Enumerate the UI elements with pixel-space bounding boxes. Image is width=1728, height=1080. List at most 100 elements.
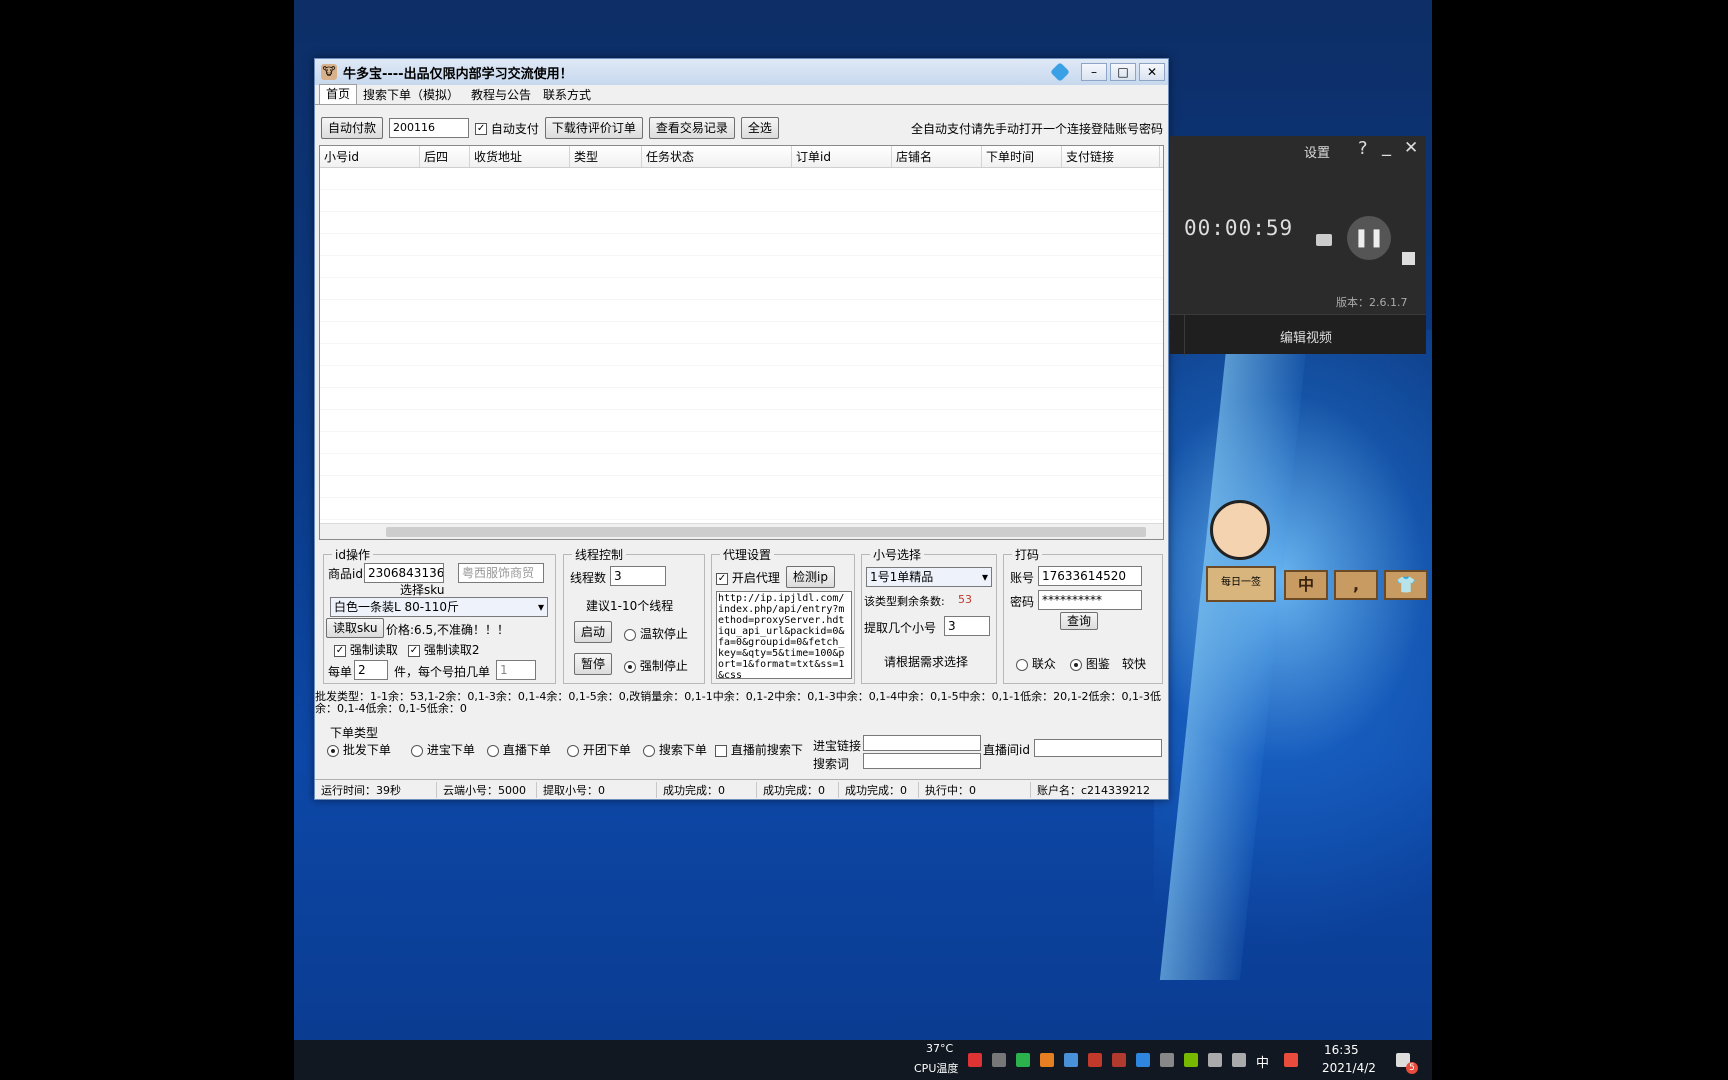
tray-security-icon[interactable] [1088, 1053, 1102, 1067]
order-type-group-buy-radio[interactable] [567, 744, 579, 757]
pet-character[interactable] [1210, 500, 1270, 560]
title-bar[interactable]: 🐮 牛多宝----出品仅限内部学习交流使用！ – □ ✕ [315, 59, 1168, 85]
read-sku-button[interactable]: 读取sku [326, 618, 385, 638]
tray-network-app-icon[interactable] [1064, 1053, 1078, 1067]
live-search-checkbox[interactable] [715, 744, 727, 757]
volume-icon[interactable] [1232, 1053, 1246, 1067]
order-type-live[interactable]: 直播下单 [487, 741, 551, 758]
force-read2-checkbox[interactable]: ✓ [408, 644, 420, 657]
live-room-id-input[interactable] [1034, 739, 1162, 757]
recorder-settings-button[interactable]: 设置 [1304, 142, 1330, 161]
view-records-button[interactable]: 查看交易记录 [648, 117, 735, 139]
force-read2-option[interactable]: ✓ 强制读取2 [408, 641, 479, 658]
stop-icon[interactable] [1402, 252, 1415, 265]
clock-date[interactable]: 2021/4/2 [1322, 1061, 1376, 1075]
close-button[interactable]: ✕ [1139, 63, 1165, 81]
tujian-radio[interactable] [1070, 658, 1082, 671]
col-type[interactable]: 类型 [570, 146, 642, 167]
wechat-icon[interactable] [1016, 1053, 1030, 1067]
soft-stop-option[interactable]: 温软停止 [624, 625, 688, 642]
horizontal-scrollbar[interactable] [320, 523, 1163, 539]
query-button[interactable]: 查询 [1060, 612, 1099, 630]
check-ip-button[interactable]: 检测ip [786, 566, 835, 588]
order-type-search-radio[interactable] [643, 744, 655, 757]
orders-table[interactable]: 小号id 后四 收货地址 类型 任务状态 订单id 店铺名 下单时间 支付链接 [319, 145, 1164, 540]
order-type-search[interactable]: 搜索下单 [643, 741, 707, 758]
col-address[interactable]: 收货地址 [470, 146, 570, 167]
keyword-input[interactable] [863, 753, 981, 769]
tujian-option[interactable]: 图鉴 [1070, 655, 1110, 672]
pet-box-shirt[interactable]: 👕 [1384, 570, 1428, 600]
download-pending-button[interactable]: 下载待评价订单 [544, 117, 643, 139]
col-shop-name[interactable]: 店铺名 [892, 146, 982, 167]
product-id-input[interactable]: 230684313642 [364, 563, 444, 583]
account-type-select[interactable]: 1号1单精品 ▾ [866, 567, 992, 587]
force-read-option[interactable]: ✓ 强制读取 [334, 641, 398, 658]
tray-shield-icon[interactable] [1112, 1053, 1126, 1067]
order-type-batch-radio[interactable] [327, 744, 339, 757]
order-type-live-radio[interactable] [487, 744, 499, 757]
pause-button[interactable]: 暂停 [574, 653, 613, 675]
col-pay-link[interactable]: 支付链接 [1062, 146, 1160, 167]
auto-pay-option[interactable]: ✓ 自动支付 [475, 120, 539, 137]
force-stop-radio[interactable] [624, 660, 636, 673]
thread-count-input[interactable]: 3 [610, 566, 666, 586]
screenshot-icon[interactable] [1316, 234, 1332, 246]
lianzhong-option[interactable]: 联众 [1016, 655, 1056, 672]
nvidia-icon[interactable] [1184, 1053, 1198, 1067]
order-type-batch[interactable]: 批发下单 [327, 741, 391, 758]
scrollbar-thumb[interactable] [386, 527, 1146, 537]
per-account-input[interactable]: 1 [496, 660, 536, 680]
soft-stop-radio[interactable] [624, 628, 636, 641]
tab-home[interactable]: 首页 [319, 84, 358, 104]
pause-icon[interactable]: ❚❚ [1347, 216, 1391, 260]
force-read-checkbox[interactable]: ✓ [334, 644, 346, 657]
col-account-id[interactable]: 小号id [320, 146, 420, 167]
clock-time[interactable]: 16:35 [1324, 1043, 1359, 1057]
recorder-minimize-button[interactable]: _ [1382, 136, 1391, 157]
per-order-input[interactable]: 2 [354, 660, 388, 680]
ime-indicator[interactable]: 中 [1256, 1052, 1269, 1071]
sogou-icon[interactable] [1284, 1053, 1298, 1067]
auto-pay-button[interactable]: 自动付款 [321, 117, 384, 139]
shop-name-input[interactable]: 粤西服饰商贸 [458, 563, 544, 583]
minimize-button[interactable]: – [1081, 63, 1107, 81]
col-last-four[interactable]: 后四 [420, 146, 470, 167]
network-icon[interactable] [1208, 1053, 1222, 1067]
col-task-status[interactable]: 任务状态 [642, 146, 792, 167]
captcha-account-input[interactable]: 17633614520 [1038, 566, 1142, 586]
tray-arrow-icon[interactable] [1160, 1053, 1174, 1067]
tray-tool-icon[interactable] [1040, 1053, 1054, 1067]
col-order-time[interactable]: 下单时间 [982, 146, 1062, 167]
force-stop-option[interactable]: 强制停止 [624, 657, 688, 674]
tab-search-order[interactable]: 搜索下单（模拟） [357, 86, 465, 104]
order-type-group-buy[interactable]: 开团下单 [567, 741, 631, 758]
select-all-button[interactable]: 全选 [740, 117, 779, 139]
help-icon[interactable]: ? [1358, 138, 1368, 159]
auto-pay-checkbox[interactable]: ✓ [475, 123, 488, 135]
enable-proxy-checkbox[interactable]: ✓ [716, 572, 728, 585]
recorder-close-button[interactable]: ✕ [1404, 138, 1418, 158]
jinbao-link-input[interactable] [863, 735, 981, 751]
tab-tutorial[interactable]: 教程与公告 [465, 86, 537, 104]
pet-box-emoji[interactable]: , [1334, 570, 1378, 600]
tray-app-icon[interactable] [968, 1053, 982, 1067]
order-type-jinbao[interactable]: 进宝下单 [411, 741, 475, 758]
tray-window-icon[interactable] [992, 1053, 1006, 1067]
pet-sign[interactable]: 每日一签 [1206, 566, 1276, 602]
gem-icon[interactable] [1050, 62, 1070, 82]
enable-proxy-option[interactable]: ✓ 开启代理 [716, 569, 780, 586]
edit-video-button[interactable]: 编辑视频 [1280, 327, 1332, 346]
fetch-count-input[interactable]: 3 [944, 616, 990, 636]
tab-contact[interactable]: 联系方式 [537, 86, 597, 104]
code-input[interactable]: 200116 [389, 118, 470, 138]
sku-select[interactable]: 白色一条装L 80-110斤 ▾ [330, 597, 548, 617]
maximize-button[interactable]: □ [1110, 63, 1136, 81]
proxy-url-textarea[interactable]: http://ip.ipjldl.com/index.php/api/entry… [716, 591, 852, 679]
start-button[interactable]: 启动 [574, 621, 613, 643]
live-search-option[interactable]: 直播前搜索下 [715, 741, 803, 758]
captcha-password-input[interactable]: ********** [1038, 590, 1142, 610]
lianzhong-radio[interactable] [1016, 658, 1028, 671]
col-order-id[interactable]: 订单id [792, 146, 892, 167]
pet-box-chinese[interactable]: 中 [1284, 570, 1328, 600]
